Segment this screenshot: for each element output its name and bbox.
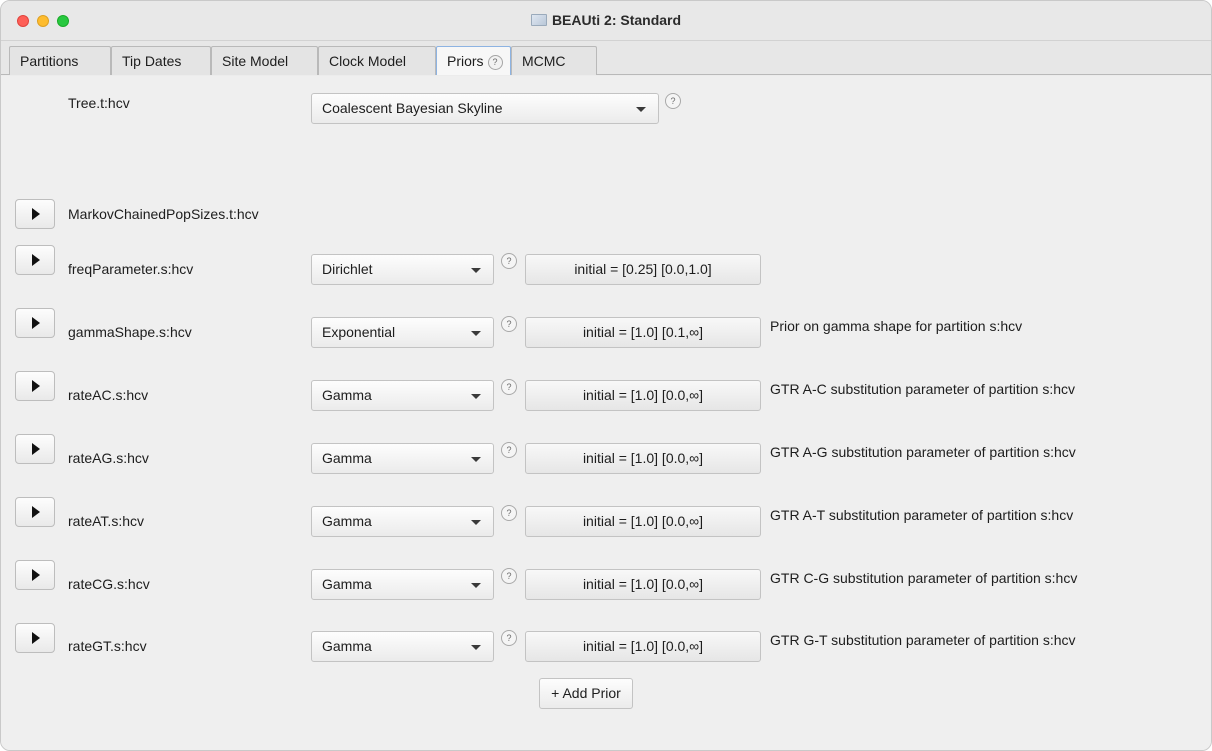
- expand-triangle-icon: [32, 254, 40, 266]
- distribution-value: Exponential: [322, 324, 396, 340]
- tab-label: Clock Model: [329, 53, 407, 69]
- tab-priors[interactable]: Priors?: [436, 46, 511, 75]
- prior-distribution-dropdown[interactable]: Gamma: [311, 380, 494, 411]
- expand-triangle-icon: [32, 208, 40, 220]
- tree-prior-label: Tree.t:hcv: [68, 95, 130, 111]
- expand-triangle-icon: [32, 380, 40, 392]
- prior-description: GTR G-T substitution parameter of partit…: [770, 632, 1076, 648]
- title-bar: BEAUti 2: Standard: [1, 1, 1211, 41]
- prior-distribution-dropdown[interactable]: Dirichlet: [311, 254, 494, 285]
- add-prior-button[interactable]: + Add Prior: [539, 678, 633, 709]
- prior-distribution-dropdown[interactable]: Gamma: [311, 631, 494, 662]
- prior-distribution-dropdown[interactable]: Gamma: [311, 443, 494, 474]
- prior-distribution-dropdown[interactable]: Exponential: [311, 317, 494, 348]
- distribution-value: Dirichlet: [322, 261, 373, 277]
- expand-triangle-icon: [32, 317, 40, 329]
- expand-button[interactable]: [15, 560, 55, 590]
- chevron-down-icon: [471, 645, 481, 650]
- prior-distribution-dropdown[interactable]: Gamma: [311, 569, 494, 600]
- tab-bar: Partitions Tip Dates Site Model Clock Mo…: [1, 41, 1211, 75]
- prior-name: rateAT.s:hcv: [68, 513, 144, 529]
- prior-description: GTR A-G substitution parameter of partit…: [770, 444, 1076, 460]
- expand-triangle-icon: [32, 506, 40, 518]
- chevron-down-icon: [471, 331, 481, 336]
- tree-prior-dropdown[interactable]: Coalescent Bayesian Skyline: [311, 93, 659, 124]
- expand-triangle-icon: [32, 443, 40, 455]
- prior-name: rateCG.s:hcv: [68, 576, 150, 592]
- prior-description: Prior on gamma shape for partition s:hcv: [770, 318, 1023, 334]
- tab-partitions[interactable]: Partitions: [9, 46, 111, 75]
- tab-mcmc[interactable]: MCMC: [511, 46, 597, 75]
- prior-name: rateAG.s:hcv: [68, 450, 149, 466]
- help-icon[interactable]: ?: [501, 442, 517, 458]
- chevron-down-icon: [471, 520, 481, 525]
- chevron-down-icon: [471, 583, 481, 588]
- help-icon[interactable]: ?: [501, 630, 517, 646]
- expand-button[interactable]: [15, 308, 55, 338]
- tab-label: Priors: [447, 53, 484, 69]
- chevron-down-icon: [471, 457, 481, 462]
- expand-button[interactable]: [15, 497, 55, 527]
- prior-description: GTR A-C substitution parameter of partit…: [770, 381, 1076, 397]
- tab-label: Tip Dates: [122, 53, 182, 69]
- pop-sizes-label: MarkovChainedPopSizes.t:hcv: [68, 206, 259, 222]
- initial-value-button[interactable]: initial = [1.0] [0.1,∞]: [525, 317, 761, 348]
- help-icon[interactable]: ?: [665, 93, 681, 109]
- help-icon[interactable]: ?: [501, 379, 517, 395]
- chevron-down-icon: [471, 268, 481, 273]
- prior-name: rateAC.s:hcv: [68, 387, 149, 403]
- tree-prior-value: Coalescent Bayesian Skyline: [322, 100, 503, 116]
- expand-button[interactable]: [15, 199, 55, 229]
- initial-value-button[interactable]: initial = [1.0] [0.0,∞]: [525, 506, 761, 537]
- distribution-value: Gamma: [322, 387, 372, 403]
- distribution-value: Gamma: [322, 638, 372, 654]
- initial-value-button[interactable]: initial = [1.0] [0.0,∞]: [525, 443, 761, 474]
- prior-description: GTR C-G substitution parameter of partit…: [770, 570, 1078, 586]
- help-icon[interactable]: ?: [501, 568, 517, 584]
- tab-site-model[interactable]: Site Model: [211, 46, 318, 75]
- initial-value-button[interactable]: initial = [1.0] [0.0,∞]: [525, 380, 761, 411]
- tab-label: Site Model: [222, 53, 289, 69]
- tab-label: MCMC: [522, 53, 566, 69]
- tab-clock-model[interactable]: Clock Model: [318, 46, 436, 75]
- help-icon[interactable]: ?: [487, 55, 503, 70]
- distribution-value: Gamma: [322, 576, 372, 592]
- help-icon[interactable]: ?: [501, 253, 517, 269]
- help-icon[interactable]: ?: [501, 505, 517, 521]
- tab-tip-dates[interactable]: Tip Dates: [111, 46, 211, 75]
- window-title-text: BEAUti 2: Standard: [551, 12, 682, 28]
- initial-value-button[interactable]: initial = [1.0] [0.0,∞]: [525, 631, 761, 662]
- chevron-down-icon: [636, 107, 646, 112]
- distribution-value: Gamma: [322, 450, 372, 466]
- expand-button[interactable]: [15, 623, 55, 653]
- chevron-down-icon: [471, 394, 481, 399]
- window-title: BEAUti 2: Standard: [1, 12, 1211, 28]
- initial-value-button[interactable]: initial = [0.25] [0.0,1.0]: [525, 254, 761, 285]
- help-icon[interactable]: ?: [501, 316, 517, 332]
- distribution-value: Gamma: [322, 513, 372, 529]
- prior-distribution-dropdown[interactable]: Gamma: [311, 506, 494, 537]
- beauti-window: BEAUti 2: Standard Partitions Tip Dates …: [0, 0, 1212, 751]
- tab-label: Partitions: [20, 53, 79, 69]
- expand-button[interactable]: [15, 245, 55, 275]
- prior-description: GTR A-T substitution parameter of partit…: [770, 507, 1074, 523]
- expand-triangle-icon: [32, 632, 40, 644]
- initial-value-button[interactable]: initial = [1.0] [0.0,∞]: [525, 569, 761, 600]
- priors-panel: Tree.t:hcv Coalescent Bayesian Skyline ?…: [1, 76, 1211, 750]
- prior-name: freqParameter.s:hcv: [68, 261, 194, 277]
- expand-triangle-icon: [32, 569, 40, 581]
- expand-button[interactable]: [15, 434, 55, 464]
- expand-button[interactable]: [15, 371, 55, 401]
- beauti-app-icon: [530, 14, 547, 26]
- prior-name: rateGT.s:hcv: [68, 638, 147, 654]
- prior-name: gammaShape.s:hcv: [68, 324, 192, 340]
